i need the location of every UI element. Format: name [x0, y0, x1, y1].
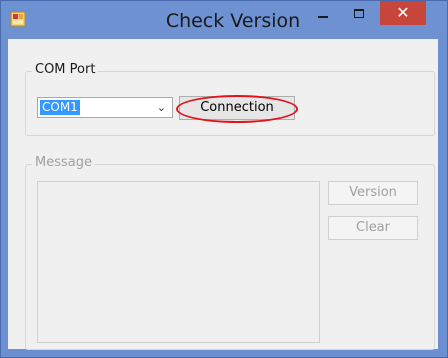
dropdown-arrow-icon[interactable]: ⌄: [157, 101, 166, 114]
message-textbox[interactable]: [37, 181, 320, 343]
maximize-icon[interactable]: [344, 3, 374, 25]
version-button[interactable]: Version: [328, 181, 418, 205]
client-area: COM Port COM1 ⌄ Connection Message Versi…: [8, 39, 438, 350]
com-port-select[interactable]: COM1 ⌄: [37, 97, 173, 118]
com-port-legend: COM Port: [32, 62, 99, 77]
app-window: Check Version ✕ COM Port COM1 ⌄ Connecti…: [0, 0, 448, 358]
message-legend: Message: [32, 155, 95, 170]
minimize-icon[interactable]: [308, 3, 338, 25]
com-port-selected-value: COM1: [40, 100, 80, 115]
clear-button[interactable]: Clear: [328, 216, 418, 240]
close-icon[interactable]: ✕: [380, 1, 426, 25]
connection-button[interactable]: Connection: [179, 96, 295, 120]
title-bar[interactable]: Check Version ✕: [1, 1, 447, 39]
